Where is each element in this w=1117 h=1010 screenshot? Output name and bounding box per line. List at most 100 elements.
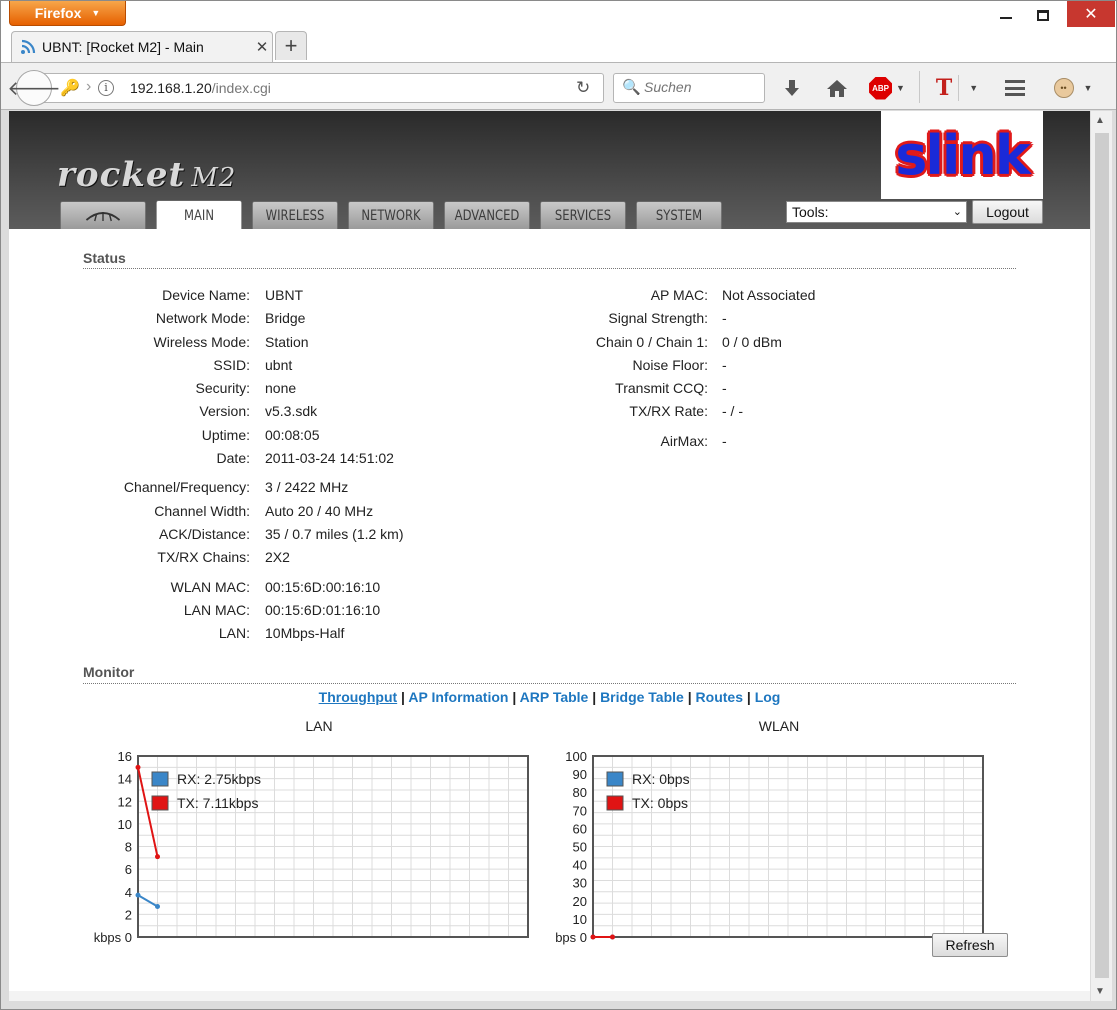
- logo-text: rocket: [57, 155, 186, 195]
- tab-title: UBNT: [Rocket M2] - Main: [42, 39, 204, 55]
- status-left-label: Device Name:: [162, 287, 250, 303]
- status-right-value: 0 / 0 dBm: [722, 334, 782, 350]
- status-left-label: Channel Width:: [154, 503, 250, 519]
- y-tick-label: 90: [573, 767, 587, 782]
- title-bar: Firefox ▼ ✕: [1, 1, 1116, 29]
- back-icon: 🡐: [7, 77, 61, 100]
- legend-swatch-tx: [151, 795, 169, 811]
- text-tool-button[interactable]: T ▼: [929, 75, 985, 101]
- status-right-label: Signal Strength:: [608, 310, 708, 326]
- legend-label-tx: TX: 7.11kbps: [177, 795, 258, 811]
- vertical-scrollbar[interactable]: ▲ ▼: [1090, 111, 1112, 1001]
- status-left-value: 00:15:6D:01:16:10: [265, 602, 381, 618]
- status-right-value: -: [722, 357, 727, 373]
- y-tick-label: 30: [573, 876, 587, 891]
- link-arp-table[interactable]: ARP Table: [520, 689, 589, 705]
- close-icon: ✕: [1084, 6, 1098, 23]
- y-tick-label: bps 0: [555, 930, 587, 945]
- device-tabs: MAIN WIRELESS NETWORK ADVANCED SERVICES …: [56, 200, 726, 230]
- tab-close-icon[interactable]: ✕: [252, 38, 272, 56]
- tab-advanced[interactable]: ADVANCED: [443, 201, 531, 229]
- status-left-label: Wireless Mode:: [153, 334, 250, 350]
- new-tab-button[interactable]: +: [275, 31, 307, 60]
- persona-icon: ••: [1053, 78, 1074, 98]
- link-bridge-table[interactable]: Bridge Table: [600, 689, 684, 705]
- link-log[interactable]: Log: [755, 689, 781, 705]
- lan-throughput-chart: kbps 0 2 4 6 8 10 12 14 16 RX: 2.75kbps TX: 7.11kb…: [94, 749, 529, 945]
- info-icon[interactable]: i: [98, 80, 114, 96]
- browser-tab[interactable]: UBNT: [Rocket M2] - Main ✕: [11, 31, 273, 62]
- tools-select[interactable]: Tools: ⌄: [786, 201, 967, 223]
- home-button[interactable]: [825, 75, 849, 101]
- status-left-value: ubnt: [265, 357, 293, 373]
- search-input[interactable]: [644, 79, 759, 95]
- y-tick-label: 60: [573, 821, 587, 836]
- chevron-down-icon: ⌄: [952, 206, 962, 218]
- close-window-button[interactable]: ✕: [1067, 1, 1115, 27]
- tab-services[interactable]: SERVICES: [539, 201, 627, 229]
- url-bar[interactable]: 🔑 › i 192.168.1.20/index.cgi ↻: [43, 73, 604, 103]
- status-left-value: 10Mbps-Half: [265, 625, 345, 641]
- y-tick-label: 10: [118, 817, 132, 832]
- status-left-label: SSID:: [213, 357, 250, 373]
- persona-button[interactable]: •• ▼: [1047, 75, 1099, 101]
- monitor-divider: [83, 683, 1016, 684]
- status-left-value: 00:08:05: [265, 427, 320, 443]
- status-left-value: 2X2: [265, 549, 290, 565]
- refresh-button[interactable]: Refresh: [932, 933, 1008, 957]
- y-tick-label: kbps 0: [94, 930, 132, 945]
- data-point-rx: [135, 892, 141, 898]
- data-point-tx: [610, 934, 615, 940]
- tab-network[interactable]: NETWORK: [347, 201, 435, 229]
- download-button[interactable]: [781, 75, 803, 101]
- menu-button[interactable]: [1003, 75, 1027, 101]
- tab-wireless[interactable]: WIRELESS: [251, 201, 339, 229]
- chevron-down-icon: ▼: [896, 83, 905, 93]
- status-heading: Status: [83, 250, 126, 266]
- data-point-tx: [155, 854, 160, 860]
- back-button[interactable]: 🡐: [7, 70, 61, 106]
- status-left-value: 00:15:6D:00:16:10: [265, 579, 381, 595]
- link-throughput[interactable]: Throughput: [319, 689, 398, 705]
- status-left-value: UBNT: [265, 287, 304, 303]
- tab-ubnt-logo[interactable]: [59, 201, 147, 229]
- status-right-value: -: [722, 380, 727, 396]
- reload-icon[interactable]: ↻: [576, 78, 590, 98]
- scroll-up-icon[interactable]: ▲: [1095, 115, 1105, 126]
- tab-system[interactable]: SYSTEM: [635, 201, 723, 229]
- status-right-value: - / -: [722, 403, 743, 419]
- status-left-value: Auto 20 / 40 MHz: [265, 503, 374, 519]
- status-left-label: Security:: [195, 380, 250, 396]
- status-left-label: Channel/Frequency:: [123, 479, 250, 495]
- status-left-value: Station: [265, 334, 309, 350]
- link-routes[interactable]: Routes: [696, 689, 743, 705]
- tools-select-value: Tools:: [792, 204, 829, 220]
- url-path: /index.cgi: [211, 80, 271, 96]
- adblock-label: ABP: [872, 83, 889, 93]
- y-tick-label: 100: [565, 749, 587, 764]
- brand-logo: slink: [881, 111, 1043, 199]
- logout-button[interactable]: Logout: [972, 200, 1043, 224]
- status-left-label: LAN:: [218, 625, 250, 641]
- y-tick-label: 4: [125, 885, 132, 900]
- adblock-button[interactable]: ABP ▼: [867, 75, 907, 101]
- search-box[interactable]: 🔍: [613, 73, 765, 103]
- home-icon: [827, 80, 847, 97]
- monitor-heading: Monitor: [83, 664, 135, 680]
- text-tool-icon: T: [935, 75, 953, 101]
- status-right-label: Noise Floor:: [632, 357, 708, 373]
- link-ap-information[interactable]: AP Information: [408, 689, 508, 705]
- status-left-value: 35 / 0.7 miles (1.2 km): [265, 526, 404, 542]
- scrollbar-thumb[interactable]: [1095, 133, 1109, 978]
- page-footer: [9, 991, 1090, 1001]
- legend-swatch-rx: [151, 771, 169, 787]
- chevron-right-icon: ›: [86, 78, 92, 95]
- y-tick-label: 10: [573, 912, 587, 927]
- status-left-label: ACK/Distance:: [158, 526, 250, 542]
- y-tick-label: 12: [118, 794, 132, 809]
- firefox-menu-button[interactable]: Firefox ▼: [9, 1, 126, 26]
- tab-main[interactable]: MAIN: [155, 200, 243, 230]
- maximize-button[interactable]: [1021, 1, 1065, 29]
- y-tick-label: 20: [573, 894, 587, 909]
- scroll-down-icon[interactable]: ▼: [1095, 986, 1105, 997]
